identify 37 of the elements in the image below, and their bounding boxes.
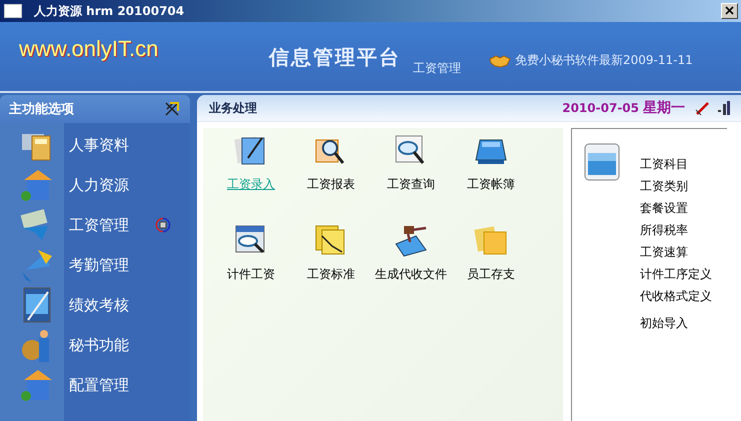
task-link[interactable]: 员工存支 bbox=[467, 266, 515, 283]
sidebar-item[interactable]: 人力资源 bbox=[69, 176, 143, 194]
pen-icon[interactable] bbox=[695, 100, 711, 116]
window-title: 人力资源 hrm 20100704 bbox=[34, 2, 184, 20]
close-icon bbox=[725, 6, 734, 15]
date-text: 2010-07-05 bbox=[562, 101, 639, 115]
module-name: 工资管理 bbox=[413, 60, 461, 77]
window-icon bbox=[4, 4, 22, 18]
sidebar-item[interactable]: 绩效考核 bbox=[69, 296, 143, 314]
weekday-text: 星期一 bbox=[643, 99, 685, 117]
task-link[interactable]: 生成代收文件 bbox=[375, 266, 447, 283]
panel-title: 业务处理 bbox=[209, 100, 257, 116]
sidebar-item[interactable]: 工资管理 bbox=[69, 216, 143, 234]
sidebar-title: 主功能选项 bbox=[9, 100, 74, 118]
calendar-icon bbox=[584, 143, 620, 181]
app-title: 信息管理平台 bbox=[269, 44, 401, 71]
settings-link[interactable]: 初始导入 bbox=[640, 315, 712, 331]
settings-link[interactable]: 工资速算 bbox=[640, 244, 712, 260]
settings-link[interactable]: 套餐设置 bbox=[640, 200, 712, 216]
task-link[interactable]: 计件工资 bbox=[227, 266, 275, 283]
settings-link[interactable]: 计件工序定义 bbox=[640, 266, 712, 282]
settings-link[interactable]: 代收格式定义 bbox=[640, 288, 712, 304]
close-button[interactable] bbox=[721, 3, 738, 19]
settings-link[interactable]: 所得税率 bbox=[640, 222, 712, 238]
task-link[interactable]: 工资帐簿 bbox=[467, 176, 515, 193]
settings-link[interactable]: 工资科目 bbox=[640, 156, 712, 172]
task-link[interactable]: 工资标准 bbox=[307, 266, 355, 283]
sidebar-item[interactable]: 人事资料 bbox=[69, 136, 143, 154]
chart-icon[interactable] bbox=[715, 100, 731, 116]
task-link[interactable]: 工资报表 bbox=[307, 176, 355, 193]
sidebar-item[interactable]: 秘书功能 bbox=[69, 336, 143, 354]
site-logo: www.onlyIT.cn bbox=[19, 36, 160, 62]
sidebar-item[interactable]: 考勤管理 bbox=[69, 256, 143, 274]
task-link[interactable]: 工资查询 bbox=[387, 176, 435, 193]
sidebar-item[interactable]: 配置管理 bbox=[69, 376, 143, 394]
settings-link[interactable]: 工资类别 bbox=[640, 178, 712, 194]
news-link[interactable]: 免费小秘书软件最新2009-11-11 bbox=[515, 52, 693, 69]
